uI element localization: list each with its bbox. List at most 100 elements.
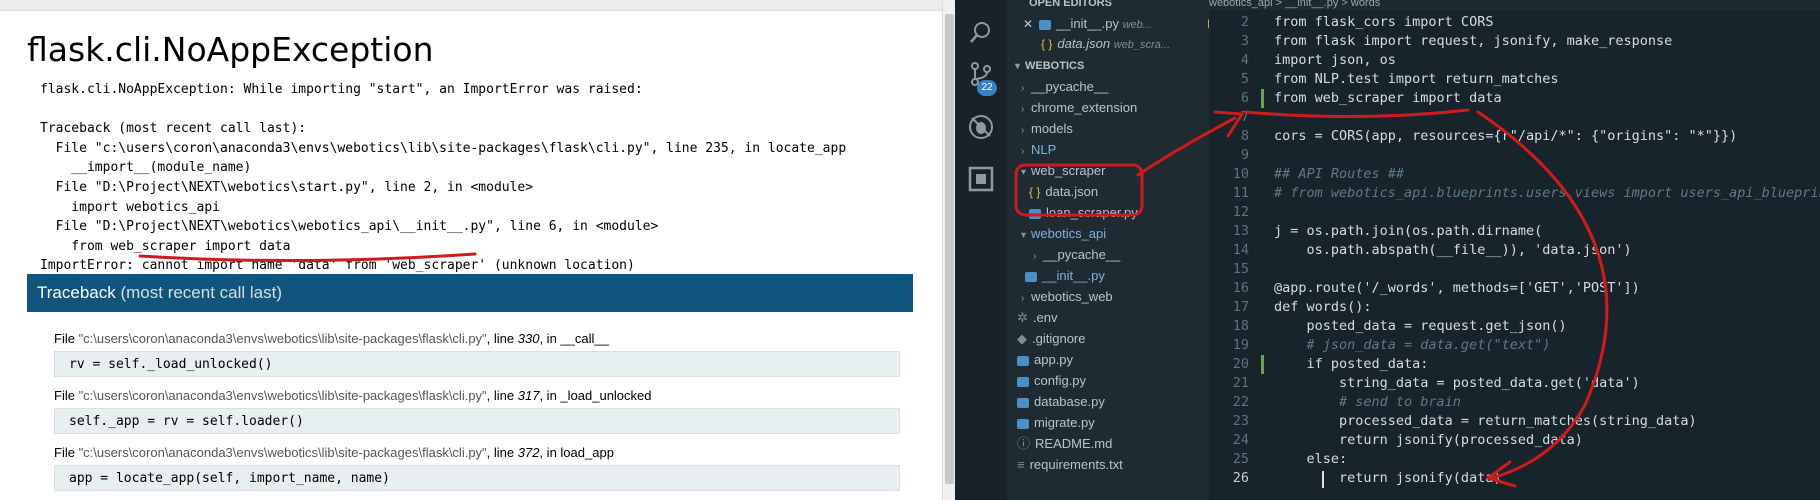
tree-file[interactable]: config.py (1007, 371, 1219, 391)
line-number: 9 (1240, 147, 1249, 163)
line-number: 13 (1232, 223, 1249, 239)
code-line[interactable]: return jsonify(data) (1274, 470, 1502, 486)
git-change-marker (1261, 89, 1264, 108)
code-line[interactable]: else: (1274, 451, 1348, 467)
line-number: 18 (1232, 318, 1249, 334)
gear-icon: ✲ (1017, 310, 1028, 325)
tree-folder[interactable]: › chrome_extension (1007, 98, 1223, 118)
tree-file[interactable]: migrate.py (1007, 413, 1219, 433)
code-line[interactable]: @app.route('/_words', methods=['GET','PO… (1274, 280, 1640, 296)
code-line[interactable]: # send to brain (1274, 394, 1461, 410)
tree-folder[interactable]: › __pycache__ (1007, 245, 1235, 265)
open-editors-section[interactable]: OPEN EDITORS (1007, 0, 1231, 13)
line-number: 8 (1240, 128, 1249, 144)
tree-file[interactable]: database.py (1007, 392, 1219, 412)
browser-top-bar (0, 0, 955, 11)
code-line[interactable]: processed_data = return_matches(string_d… (1274, 413, 1697, 429)
code-line[interactable]: string_data = posted_data.get('data') (1274, 375, 1640, 391)
frame-code[interactable]: app = locate_app(self, import_name, name… (54, 465, 900, 491)
tree-folder[interactable]: › webotics_web (1007, 287, 1223, 307)
scroll-thumb[interactable] (945, 14, 954, 484)
code-line[interactable]: return jsonify(processed_data) (1274, 432, 1583, 448)
traceback-subtitle: (most recent call last) (120, 283, 283, 302)
debug-icon[interactable] (967, 113, 995, 141)
tree-file[interactable]: ◆ .gitignore (1007, 329, 1219, 349)
open-editor-init[interactable]: ✕__init__.py web...M (1007, 14, 1225, 34)
git-icon: ◆ (1017, 331, 1027, 346)
code-line[interactable]: from web_scraper import data (1274, 90, 1502, 106)
tree-file[interactable]: loan_scraper.py (1007, 203, 1231, 223)
traceback-title: Traceback (37, 283, 116, 302)
chevron-down-icon: ▾ (1021, 230, 1027, 241)
code-line[interactable]: from NLP.test import return_matches (1274, 71, 1558, 87)
tree-file[interactable]: ⓘ README.md (1007, 434, 1219, 454)
code-line[interactable]: j = os.path.join(os.path.dirname( (1274, 223, 1542, 239)
code-line[interactable]: # from webotics_api.blueprints.users.vie… (1274, 185, 1820, 201)
code-line[interactable]: def words(): (1274, 299, 1372, 315)
tree-folder-web-scraper[interactable]: ▾ web_scraper (1007, 161, 1223, 181)
chevron-down-icon: ▾ (1015, 61, 1021, 72)
info-icon: ⓘ (1017, 436, 1031, 451)
tree-folder[interactable]: › __pycache__ (1007, 77, 1223, 97)
json-file-icon: { } (1029, 185, 1041, 199)
traceback-header[interactable]: Traceback (most recent call last) (27, 274, 913, 312)
code-line[interactable]: cors = CORS(app, resources={r"/api/*": {… (1274, 128, 1737, 144)
tree-file-data-json[interactable]: { } data.json (1007, 182, 1231, 202)
activity-bar: 22 (955, 0, 1007, 500)
error-title: flask.cli.NoAppException (27, 30, 434, 69)
tree-folder-nlp[interactable]: › NLP (1007, 140, 1223, 160)
chevron-right-icon: › (1021, 293, 1025, 304)
tree-file[interactable]: ≡ requirements.txt (1007, 455, 1219, 475)
code-line[interactable]: os.path.abspath(__file__)), 'data.json') (1274, 242, 1632, 258)
code-line[interactable]: from flask_cors import CORS (1274, 14, 1493, 30)
source-control-badge: 22 (977, 80, 997, 96)
tree-folder-webotics-api[interactable]: ▾ webotics_api (1007, 224, 1223, 244)
code-line[interactable]: # json_data = data.get("text") (1274, 337, 1551, 353)
error-traceback-text: flask.cli.NoAppException: While importin… (40, 82, 847, 274)
code-line[interactable]: if posted_data: (1274, 356, 1429, 372)
line-number: 5 (1240, 71, 1249, 87)
project-section[interactable]: ▾ WEBOTICS (1007, 56, 1217, 76)
tree-folder[interactable]: › models (1007, 119, 1223, 139)
line-number: 12 (1232, 204, 1249, 220)
chevron-right-icon: › (1021, 104, 1025, 115)
python-file-icon (1017, 397, 1029, 408)
tree-file-init[interactable]: __init__.pyM (1007, 266, 1227, 286)
tree-file[interactable]: app.py (1007, 350, 1219, 370)
python-file-icon (1017, 355, 1029, 366)
search-icon[interactable] (967, 18, 995, 46)
git-change-marker (1261, 355, 1264, 374)
line-number: 17 (1232, 299, 1249, 315)
code-line[interactable]: import json, os (1274, 52, 1396, 68)
explorer-sidebar: OPEN EDITORS ✕__init__.py web...M { }dat… (1007, 0, 1219, 500)
frame-code[interactable]: self._app = rv = self.loader() (54, 408, 900, 434)
line-number: 7 (1240, 109, 1249, 125)
code-line[interactable]: from flask import request, jsonify, make… (1274, 33, 1672, 49)
line-number: 19 (1232, 337, 1249, 353)
chevron-down-icon: ▾ (1021, 167, 1027, 178)
frame-code[interactable]: rv = self._load_unlocked() (54, 351, 900, 377)
close-icon[interactable]: ✕ (1023, 17, 1033, 31)
code-line[interactable]: posted_data = request.get_json() (1274, 318, 1567, 334)
document-icon: ≡ (1017, 457, 1025, 472)
line-number: 15 (1232, 261, 1249, 277)
extensions-icon[interactable] (967, 165, 995, 193)
python-file-icon (1039, 19, 1052, 30)
line-number: 21 (1232, 375, 1249, 391)
chevron-right-icon: › (1021, 146, 1025, 157)
chevron-right-icon: › (1033, 251, 1037, 262)
line-number: 2 (1240, 14, 1249, 30)
page-scrollbar[interactable] (942, 0, 955, 500)
line-number: 24 (1232, 432, 1249, 448)
frame-file-line: File "c:\users\coron\anaconda3\envs\webo… (54, 331, 609, 346)
open-editor-data-json[interactable]: { } data.json web_scra... (1007, 34, 1243, 54)
browser-window: flask.cli.NoAppException flask.cli.NoApp… (0, 0, 955, 500)
line-number: 6 (1240, 90, 1249, 106)
code-line[interactable]: ## API Routes ## (1274, 166, 1404, 182)
line-number: 3 (1240, 33, 1249, 49)
tree-file[interactable]: ✲ .env (1007, 308, 1219, 328)
line-number: 11 (1232, 185, 1249, 201)
editor-breadcrumb[interactable]: webotics_api > __init__.py > words (1209, 0, 1820, 10)
code-editor[interactable]: webotics_api > __init__.py > words 2 3 4… (1209, 0, 1820, 500)
line-number: 10 (1232, 166, 1249, 182)
